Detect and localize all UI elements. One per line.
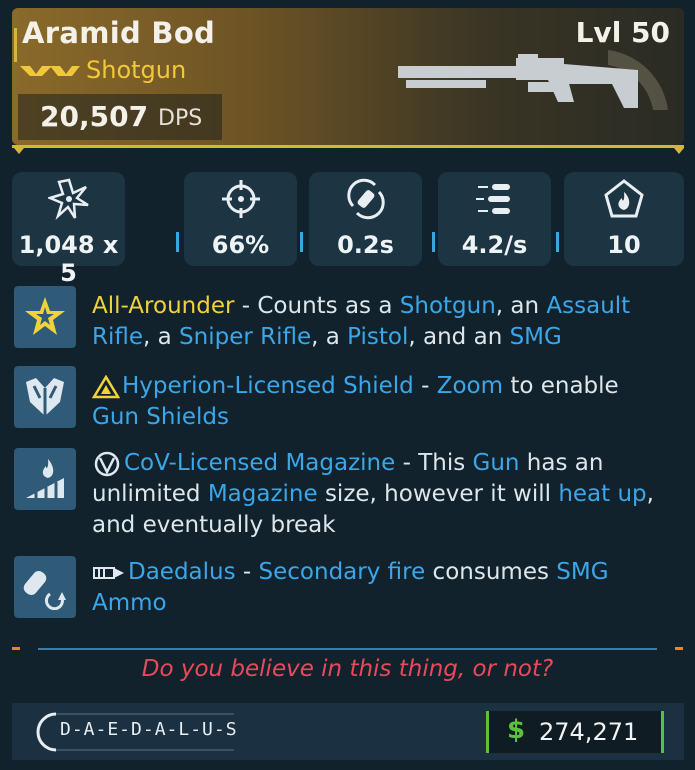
divider [38, 648, 657, 650]
stat-separator [432, 232, 435, 252]
perk-title: All-Arounder [92, 293, 235, 319]
weapon-type: Shotgun [86, 56, 187, 84]
keyword-link[interactable]: Sniper Rifle [179, 324, 311, 350]
perk-daedalus: Daedalus - Secondary fire consumes SMG A… [92, 559, 609, 616]
keyword-link[interactable]: heat up [558, 481, 646, 507]
flavor-text: Do you believe in this thing, or not? [141, 656, 554, 682]
stat-separator [556, 232, 559, 252]
keyword-link[interactable]: Magazine [208, 481, 318, 507]
ammo-swap-icon [23, 570, 66, 610]
header-corner-left [14, 148, 24, 154]
perk-title: Daedalus [128, 559, 236, 585]
stat-elemental: 10 [564, 172, 684, 266]
stat-separator [176, 232, 179, 252]
stat-damage-value: 1,048 x 5 [18, 231, 119, 287]
perk-cov-magazine: CoV-Licensed Magazine - This Gun has an … [92, 450, 654, 538]
cov-logo-icon [94, 451, 120, 476]
fire-rate-icon [476, 184, 510, 214]
keyword-link[interactable]: SMG [510, 324, 562, 350]
dps-box: 20,507 DPS [18, 94, 222, 140]
perk-icon-all-arounder [14, 286, 76, 348]
stat-accuracy: 66% [184, 172, 297, 266]
daedalus-mark-icon [93, 566, 124, 579]
dps-value: 20,507 [40, 100, 149, 133]
perk-hyperion-shield: Hyperion-Licensed Shield - Zoom to enabl… [92, 373, 619, 430]
footer: D-A-E-D-A-L-U-S $ 274,271 [12, 703, 684, 760]
header-rule [12, 145, 684, 148]
stat-elemental-value: 10 [607, 231, 641, 259]
stat-separator [300, 232, 303, 252]
weapon-name: Aramid Bod [22, 16, 216, 50]
star-badge-icon [25, 297, 65, 335]
price-box: $ 274,271 [486, 711, 664, 753]
stat-reload-value: 0.2s [337, 231, 394, 259]
weapon-header: Aramid Bod Lvl 50 Shotgun 20,507 DPS [12, 8, 684, 145]
perk-title: Hyperion-Licensed Shield [122, 373, 414, 399]
divider-cap-left [12, 647, 20, 650]
keyword-link[interactable]: Zoom [437, 373, 503, 399]
stat-accuracy-value: 66% [211, 231, 270, 259]
shield-icon [26, 378, 64, 416]
stat-reload: 0.2s [309, 172, 422, 266]
perk-icon-daedalus [14, 556, 76, 618]
price-value: 274,271 [539, 718, 639, 746]
stat-fire-rate: 4.2/s [438, 172, 551, 266]
weapon-card: Aramid Bod Lvl 50 Shotgun 20,507 DPS 1,0… [0, 0, 695, 770]
keyword-link[interactable]: Pistol [347, 324, 408, 350]
hyperion-triangle-icon [92, 374, 120, 398]
dps-unit: DPS [158, 106, 203, 131]
perk-title: CoV-Licensed Magazine [124, 450, 396, 476]
keyword-link[interactable]: Shotgun [400, 293, 496, 319]
heat-magazine-icon [26, 459, 64, 498]
damage-burst-icon [48, 178, 89, 220]
perk-icon-hyperion-shield [14, 366, 76, 428]
stat-fire-rate-value: 4.2/s [461, 231, 528, 259]
manufacturer-name: D-A-E-D-A-L-U-S [60, 719, 238, 740]
header-accent [14, 28, 17, 62]
perk-all-arounder: All-Arounder - Counts as a Shotgun, an A… [92, 293, 631, 350]
shotgun-icon [398, 50, 668, 110]
rarity-chevrons-icon [20, 66, 80, 76]
keyword-link[interactable]: Secondary fire [259, 559, 426, 585]
header-corner-right [674, 148, 684, 154]
keyword-link[interactable]: Gun Shields [92, 404, 229, 430]
crosshair-icon [222, 180, 260, 218]
perk-icon-cov-magazine [14, 448, 76, 510]
currency-icon: $ [507, 715, 526, 745]
stat-damage: 1,048 x 5 [12, 172, 125, 287]
divider-cap-right [675, 647, 683, 650]
keyword-link[interactable]: Gun [473, 450, 520, 476]
elemental-flame-icon [604, 179, 644, 218]
reload-icon [347, 178, 385, 220]
